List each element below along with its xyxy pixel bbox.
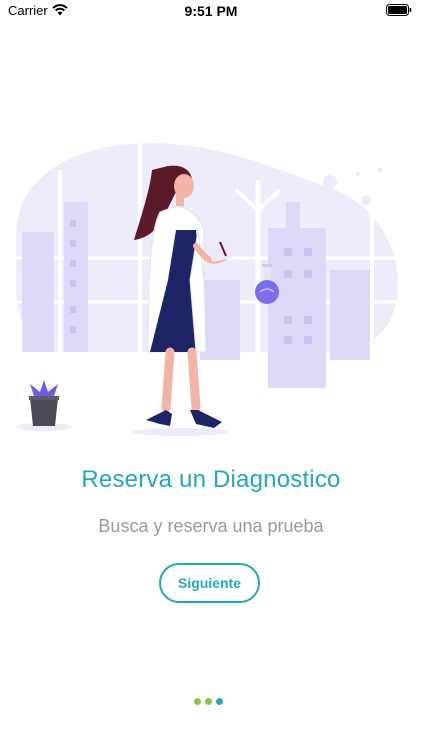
- next-button[interactable]: Siguiente: [159, 563, 260, 603]
- page-indicator: [194, 698, 223, 705]
- onboarding-title: Reserva un Diagnostico: [81, 466, 341, 493]
- page-dot-2[interactable]: [205, 698, 212, 705]
- clock: 9:51 PM: [184, 3, 238, 19]
- doctor-with-flask-illustration: [15, 142, 399, 436]
- status-bar: Carrier 9:51 PM: [0, 0, 422, 24]
- page-dot-3[interactable]: [216, 698, 223, 705]
- page-dot-1[interactable]: [194, 698, 201, 705]
- onboarding-subtitle: Busca y reserva una prueba: [98, 516, 324, 536]
- battery-icon: [386, 4, 412, 16]
